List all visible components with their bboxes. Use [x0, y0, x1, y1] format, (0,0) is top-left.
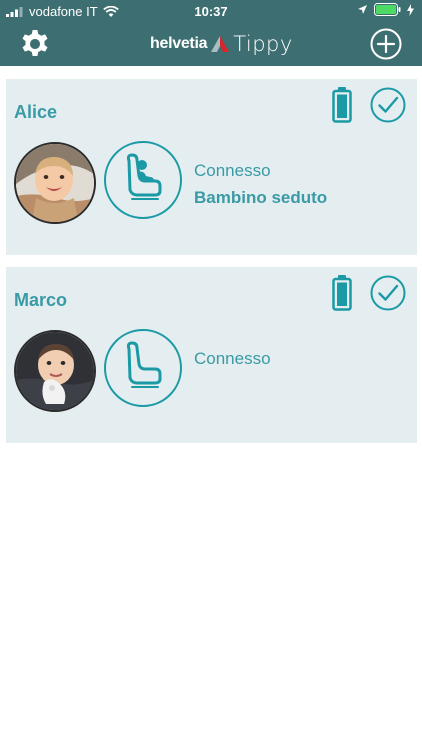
baby-photo-icon	[16, 144, 94, 222]
nav-bar: helvetia Tippy	[0, 22, 422, 66]
battery-icon	[332, 87, 352, 123]
child-card-marco[interactable]: Marco Connesso	[6, 267, 417, 443]
seat-status: Bambino seduto	[194, 188, 328, 207]
charging-icon	[407, 3, 414, 16]
child-name: Alice	[14, 102, 58, 122]
avatar	[14, 142, 96, 224]
car-seat-status-icon	[104, 141, 182, 219]
check-circle-icon	[370, 275, 406, 311]
check-circle-icon	[370, 87, 406, 123]
app-name: Tippy	[233, 32, 293, 56]
car-seat-occupied-icon	[126, 153, 162, 200]
location-icon	[358, 5, 367, 14]
connection-status: Connesso	[194, 161, 271, 180]
avatar	[14, 330, 96, 412]
battery-icon	[332, 275, 352, 311]
child-name: Marco	[14, 290, 68, 310]
helvetia-logo-icon	[211, 36, 230, 52]
gear-icon[interactable]	[19, 28, 51, 60]
car-seat-empty-icon	[126, 341, 162, 388]
baby-photo-icon	[16, 332, 94, 410]
connection-status: Connesso	[194, 349, 271, 368]
plus-circle-icon[interactable]	[370, 28, 402, 60]
status-bar: vodafone IT 10:37	[0, 0, 422, 22]
brand-name: helvetia	[150, 35, 208, 52]
car-seat-status-icon	[104, 329, 182, 407]
child-card-alice[interactable]: Alice Connesso Bambino seduto	[6, 79, 417, 255]
app-logo: helvetia Tippy	[150, 30, 293, 58]
battery-icon	[374, 3, 401, 16]
